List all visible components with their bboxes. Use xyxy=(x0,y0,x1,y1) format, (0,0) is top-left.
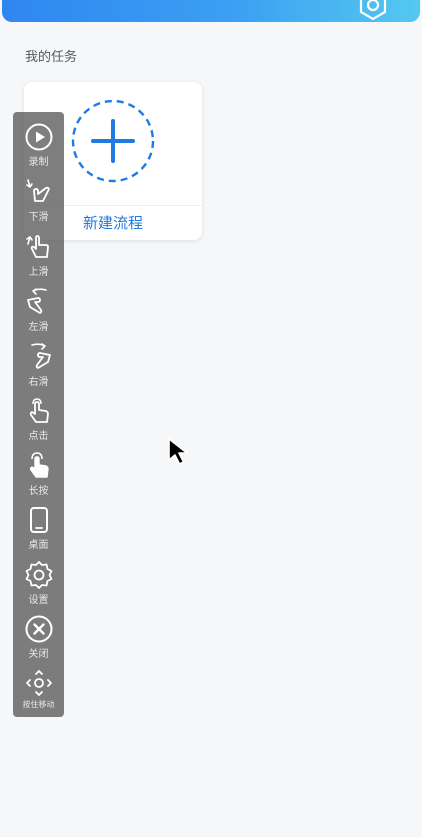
my-tasks-heading: 我的任务 xyxy=(25,50,78,65)
tool-label: 下滑 xyxy=(28,212,49,223)
tool-close[interactable]: 关闭 xyxy=(13,614,64,668)
tool-tap[interactable]: 点击 xyxy=(13,396,64,450)
tool-label: 右滑 xyxy=(28,377,49,388)
move-icon xyxy=(25,670,52,696)
tool-move-handle[interactable]: 按住移动 xyxy=(13,668,64,722)
mouse-pointer-icon xyxy=(168,438,188,465)
top-banner xyxy=(2,0,420,22)
tool-label: 关闭 xyxy=(28,649,49,660)
tool-label: 录制 xyxy=(28,157,49,168)
tool-desktop[interactable]: 桌面 xyxy=(13,505,64,559)
tool-label: 上滑 xyxy=(28,267,49,278)
settings-hex-icon[interactable] xyxy=(356,0,390,22)
swipe-left-icon xyxy=(26,288,47,314)
tool-long-press[interactable]: 长按 xyxy=(13,451,64,505)
record-icon xyxy=(25,123,52,151)
add-icon xyxy=(71,99,155,183)
long-press-icon xyxy=(29,452,49,478)
swipe-right-icon xyxy=(30,343,51,369)
tool-record[interactable]: 录制 xyxy=(13,122,64,176)
app-screen: 我的任务 新建流程 录制 下滑 上滑 左滑 右滑 点击 长按 桌面 设置 关闭 … xyxy=(0,0,422,837)
tap-icon xyxy=(29,398,49,423)
close-icon xyxy=(25,615,52,643)
tool-label: 左滑 xyxy=(28,322,49,333)
tool-label: 设置 xyxy=(28,595,49,606)
tool-swipe-up[interactable]: 上滑 xyxy=(13,232,64,286)
tool-label: 长按 xyxy=(28,486,49,497)
tool-label: 桌面 xyxy=(28,540,49,551)
tool-settings[interactable]: 设置 xyxy=(13,560,64,614)
tool-swipe-left[interactable]: 左滑 xyxy=(13,287,64,341)
swipe-down-icon xyxy=(25,179,50,202)
swipe-up-icon xyxy=(25,235,49,258)
floating-toolbar: 录制 下滑 上滑 左滑 右滑 点击 长按 桌面 设置 关闭 按住移动 xyxy=(13,112,64,717)
phone-icon xyxy=(29,507,48,533)
tool-label: 按住移动 xyxy=(22,700,55,709)
tool-swipe-down[interactable]: 下滑 xyxy=(13,177,64,231)
gear-icon xyxy=(25,561,52,589)
tool-label: 点击 xyxy=(28,431,49,442)
tool-swipe-right[interactable]: 右滑 xyxy=(13,342,64,396)
